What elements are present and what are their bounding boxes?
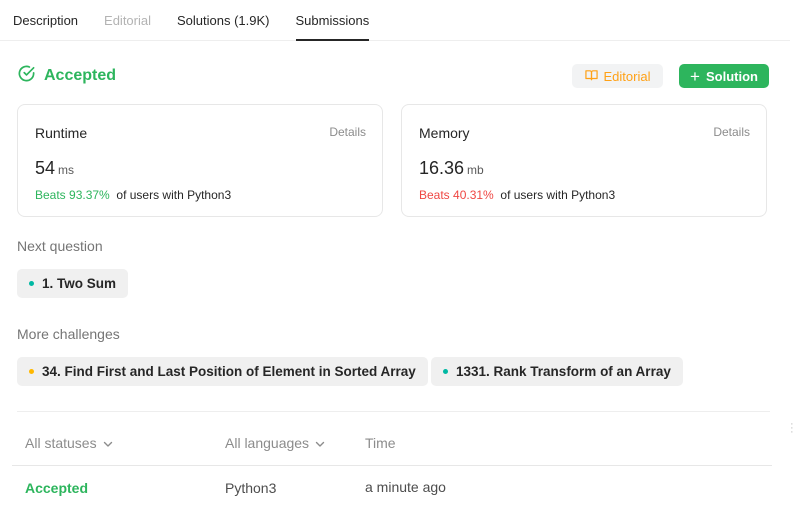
difficulty-dot-icon <box>29 369 34 374</box>
difficulty-dot-icon <box>443 369 448 374</box>
runtime-value: 54 ms <box>35 158 74 179</box>
check-circle-icon <box>17 64 36 88</box>
status-title: Accepted <box>44 67 117 84</box>
tab-solutions[interactable]: Solutions (1.9K) <box>164 0 283 40</box>
memory-beats: Beats 40.31% of users with Python3 <box>419 188 615 202</box>
runtime-beats-percent: Beats 93.37% <box>35 188 110 202</box>
next-question-chip[interactable]: 1. Two Sum <box>17 269 129 298</box>
runtime-number: 54 <box>35 158 56 178</box>
chevron-down-icon <box>103 435 113 451</box>
table-header-divider <box>12 465 772 466</box>
memory-details-link[interactable]: Details <box>713 125 750 139</box>
panel-resize-handle[interactable]: · · · <box>790 419 794 438</box>
language-filter-label: All languages <box>225 435 310 451</box>
memory-label: Memory <box>419 125 470 141</box>
book-icon <box>584 69 598 84</box>
plus-icon: + <box>690 66 700 86</box>
memory-card: Memory Details 16.36 mb Beats 40.31% of u… <box>401 104 767 217</box>
post-solution-button[interactable]: + Solution <box>679 64 769 88</box>
submission-status-link[interactable]: Accepted <box>25 480 88 496</box>
runtime-beats: Beats 93.37% of users with Python3 <box>35 188 231 202</box>
memory-beats-percent: Beats 40.31% <box>419 188 494 202</box>
editorial-button-label: Editorial <box>603 68 651 84</box>
status-filter-label: All statuses <box>25 435 97 451</box>
status-filter-dropdown[interactable]: All statuses <box>25 435 113 451</box>
runtime-label: Runtime <box>35 125 88 141</box>
memory-beats-suffix: of users with Python3 <box>500 188 616 202</box>
challenge-chip[interactable]: 34. Find First and Last Position of Elem… <box>17 357 428 386</box>
chevron-down-icon <box>315 435 325 451</box>
memory-unit: mb <box>467 163 484 177</box>
tab-editorial[interactable]: Editorial <box>91 0 164 40</box>
next-question-title: 1. Two Sum <box>42 276 117 291</box>
challenge-chip[interactable]: 1331. Rank Transform of an Array <box>431 357 683 386</box>
tab-bar: Description Editorial Solutions (1.9K) S… <box>0 0 790 41</box>
time-column-header: Time <box>365 435 396 451</box>
submission-language: Python3 <box>225 480 277 496</box>
solution-button-label: Solution <box>705 68 758 84</box>
difficulty-dot-icon <box>29 281 34 286</box>
section-divider <box>17 411 770 412</box>
editorial-button[interactable]: Editorial <box>572 64 663 88</box>
submission-time: a minute ago <box>365 479 446 495</box>
challenge-title: 34. Find First and Last Position of Elem… <box>42 364 416 379</box>
memory-value: 16.36 mb <box>419 158 484 179</box>
tab-submissions[interactable]: Submissions <box>283 0 383 41</box>
tab-description[interactable]: Description <box>0 0 91 40</box>
memory-number: 16.36 <box>419 158 465 178</box>
language-filter-dropdown[interactable]: All languages <box>225 435 325 451</box>
runtime-details-link[interactable]: Details <box>329 125 366 139</box>
runtime-unit: ms <box>58 163 75 177</box>
more-challenges-heading: More challenges <box>17 326 120 342</box>
runtime-card: Runtime Details 54 ms Beats 93.37% of use… <box>17 104 383 217</box>
submission-status: Accepted <box>17 64 116 88</box>
runtime-beats-suffix: of users with Python3 <box>116 188 232 202</box>
next-question-heading: Next question <box>17 238 103 254</box>
challenge-title: 1331. Rank Transform of an Array <box>456 364 671 379</box>
